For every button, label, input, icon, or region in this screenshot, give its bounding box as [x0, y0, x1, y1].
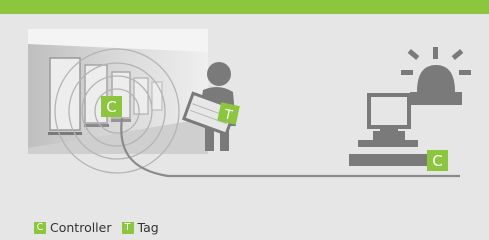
legend-item-tag: T Tag	[121, 220, 159, 236]
tag-legend-label: Tag	[137, 220, 159, 235]
controller-legend-label: Controller	[50, 220, 112, 235]
legend: C Controller T Tag	[34, 220, 169, 236]
svg-text:C: C	[106, 98, 116, 116]
computer-workstation-icon	[349, 93, 429, 166]
svg-text:C: C	[432, 152, 442, 170]
rfid-diagram: C T C	[28, 29, 471, 178]
alarm-light-icon	[401, 47, 471, 105]
controller-legend-badge: C	[34, 222, 46, 234]
legend-item-controller: C Controller	[34, 220, 112, 236]
room-photo	[28, 29, 208, 154]
tag-badge-box: T	[217, 102, 240, 125]
tag-legend-badge: T	[121, 222, 134, 234]
controller-badge-workstation: C	[427, 150, 448, 171]
controller-badge-room: C	[101, 96, 122, 117]
